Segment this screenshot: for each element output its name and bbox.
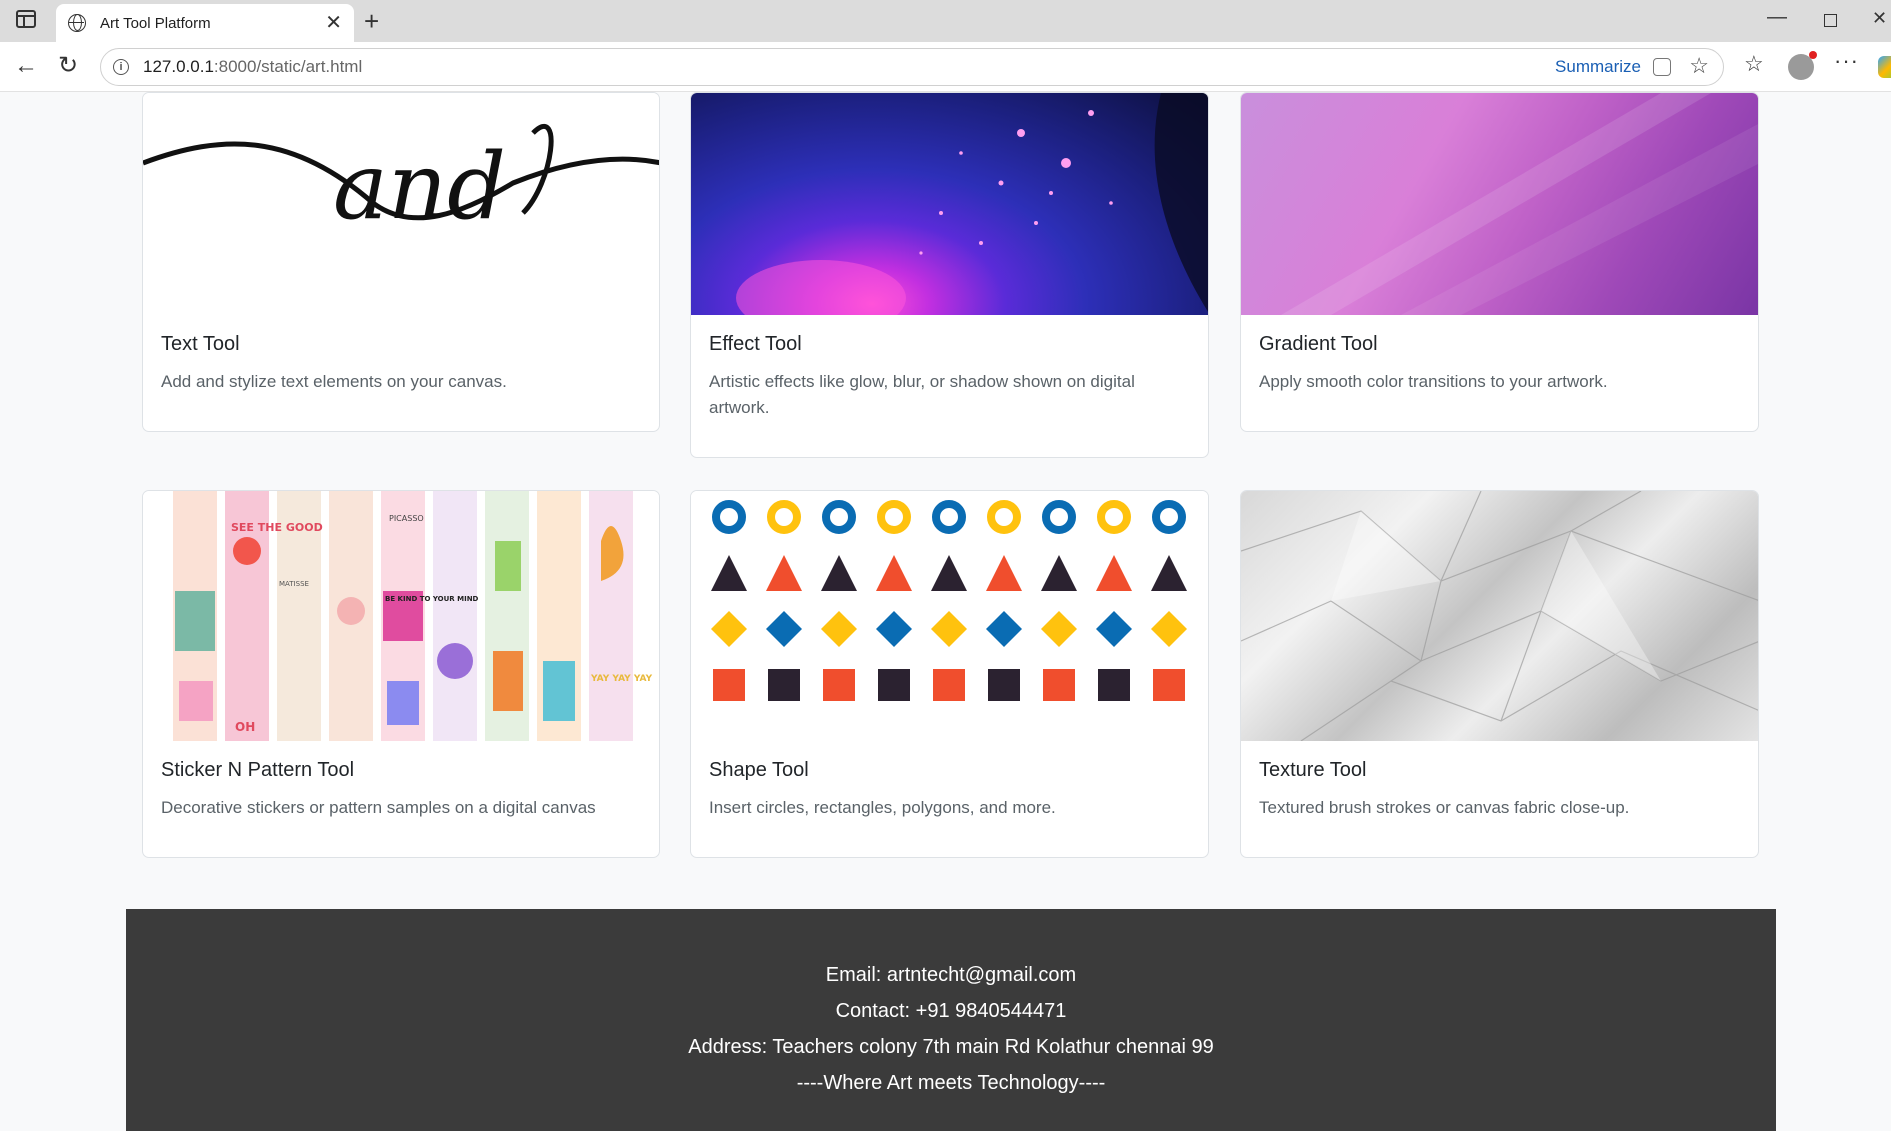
sidebar-toggle-icon[interactable] <box>16 10 36 28</box>
card-shape-tool[interactable]: Shape Tool Insert circles, rectangles, p… <box>690 490 1209 858</box>
back-arrow-icon[interactable]: ← <box>14 52 38 80</box>
summarize-icon[interactable] <box>1653 58 1671 76</box>
card-title: Texture Tool <box>1259 759 1367 781</box>
pattern-shape-3 <box>877 500 911 534</box>
card-description: Artistic effects like glow, blur, or sha… <box>709 372 1135 417</box>
card-text-tool[interactable]: and Text Tool Add and stylize text eleme… <box>142 92 660 432</box>
footer-tagline: ----Where Art meets Technology---- <box>796 1072 1106 1094</box>
card-gradient-tool[interactable]: Gradient Tool Apply smooth color transit… <box>1240 92 1759 432</box>
pattern-shape-26 <box>1151 611 1187 647</box>
pattern-shape-21 <box>876 611 912 647</box>
card-description: Insert circles, rectangles, polygons, an… <box>709 798 1056 817</box>
texture-tool-image <box>1241 491 1758 742</box>
pattern-shape-9 <box>711 555 747 591</box>
pattern-shape-22 <box>931 611 967 647</box>
sticker-text-matisse: MATISSE <box>279 580 309 588</box>
sticker-text-be-kind: BE KIND TO YOUR MIND <box>385 595 479 603</box>
pattern-shape-11 <box>821 555 857 591</box>
pattern-shape-12 <box>876 555 912 591</box>
pattern-shape-6 <box>1042 500 1076 534</box>
reload-icon[interactable]: ↻ <box>58 51 78 80</box>
pattern-shape-1 <box>767 500 801 534</box>
site-footer: Email: artntecht@gmail.com Contact: +91 … <box>126 909 1776 1131</box>
address-bar[interactable]: i 127.0.0.1 :8000/static/art.html Summar… <box>100 48 1724 86</box>
close-tab-icon[interactable]: ✕ <box>325 13 342 33</box>
pattern-shape-30 <box>878 669 910 701</box>
site-info-icon[interactable]: i <box>113 59 129 75</box>
sticker-text-picasso: PICASSO <box>389 514 424 523</box>
pattern-shape-23 <box>986 611 1022 647</box>
more-options-icon[interactable]: ··· <box>1834 48 1859 74</box>
card-sticker-pattern-tool[interactable]: SEE THE GOOD PICASSO BE KIND TO YOUR MIN… <box>142 490 660 858</box>
pattern-shape-28 <box>768 669 800 701</box>
shape-pattern-grid <box>711 500 1187 759</box>
pattern-shape-0 <box>712 500 746 534</box>
pattern-shape-15 <box>1041 555 1077 591</box>
card-description: Apply smooth color transitions to your a… <box>1259 372 1608 391</box>
pattern-shape-34 <box>1098 669 1130 701</box>
minimize-icon[interactable]: — <box>1767 6 1787 29</box>
effect-tool-image <box>691 93 1208 336</box>
sticker-text-oh: OH <box>235 720 255 734</box>
text-tool-image: and <box>143 93 659 315</box>
new-tab-icon[interactable]: + <box>364 6 379 37</box>
url-host: 127.0.0.1 <box>143 57 214 76</box>
sticker-pattern-image: SEE THE GOOD PICASSO BE KIND TO YOUR MIN… <box>143 491 659 741</box>
script-lettering: and <box>333 133 506 240</box>
browser-toolbar: ← ↻ i 127.0.0.1 :8000/static/art.html Su… <box>0 42 1891 92</box>
pattern-shape-25 <box>1096 611 1132 647</box>
pattern-shape-13 <box>931 555 967 591</box>
card-title: Sticker N Pattern Tool <box>161 759 355 781</box>
window-close-icon[interactable]: ✕ <box>1872 8 1887 29</box>
sticker-text-see-the-good: SEE THE GOOD <box>231 521 323 534</box>
pattern-shape-7 <box>1097 500 1131 534</box>
pattern-shape-24 <box>1041 611 1077 647</box>
shape-tool-image <box>691 491 1208 759</box>
pattern-shape-2 <box>822 500 856 534</box>
pattern-shape-10 <box>766 555 802 591</box>
pattern-shape-31 <box>933 669 965 701</box>
url-path: :8000/static/art.html <box>213 57 363 76</box>
pattern-shape-27 <box>713 669 745 701</box>
pattern-shape-19 <box>766 611 802 647</box>
pattern-shape-18 <box>711 611 747 647</box>
tab-title: Art Tool Platform <box>100 14 211 32</box>
pattern-shape-20 <box>821 611 857 647</box>
pattern-shape-8 <box>1152 500 1186 534</box>
card-description: Decorative stickers or pattern samples o… <box>161 798 596 817</box>
sticker-text-yay: YAY YAY YAY <box>590 674 653 684</box>
footer-email: Email: artntecht@gmail.com <box>825 964 1077 986</box>
gradient-tool-image <box>1241 93 1758 315</box>
profile-avatar[interactable] <box>1788 51 1817 80</box>
favorites-icon[interactable]: ☆ <box>1744 51 1764 77</box>
card-effect-tool[interactable]: Effect Tool Artistic effects like glow, … <box>690 92 1209 458</box>
card-title: Effect Tool <box>709 333 802 355</box>
pattern-shape-5 <box>987 500 1021 534</box>
copilot-icon[interactable] <box>1878 56 1891 78</box>
card-title: Shape Tool <box>709 759 809 781</box>
pattern-shape-4 <box>932 500 966 534</box>
card-description: Textured brush strokes or canvas fabric … <box>1259 798 1630 817</box>
restore-icon[interactable] <box>1824 14 1837 27</box>
pattern-shape-33 <box>1043 669 1075 701</box>
pattern-shape-29 <box>823 669 855 701</box>
favorite-star-icon[interactable]: ☆ <box>1689 53 1709 79</box>
card-title: Gradient Tool <box>1259 333 1378 355</box>
summarize-button[interactable]: Summarize <box>1555 57 1641 77</box>
browser-tab[interactable]: Art Tool Platform ✕ <box>56 4 354 42</box>
globe-icon <box>68 14 86 32</box>
pattern-shape-32 <box>988 669 1020 701</box>
pattern-shape-16 <box>1096 555 1132 591</box>
page-content: and Text Tool Add and stylize text eleme… <box>0 92 1891 1131</box>
card-title: Text Tool <box>161 333 240 355</box>
card-description: Add and stylize text elements on your ca… <box>161 372 507 391</box>
footer-address: Address: Teachers colony 7th main Rd Kol… <box>688 1036 1214 1058</box>
pattern-shape-35 <box>1153 669 1185 701</box>
footer-contact: Contact: +91 9840544471 <box>835 1000 1067 1022</box>
pattern-shape-14 <box>986 555 1022 591</box>
browser-tab-bar: Art Tool Platform ✕ + — ✕ <box>0 0 1891 42</box>
card-texture-tool[interactable]: Texture Tool Textured brush strokes or c… <box>1240 490 1759 858</box>
pattern-shape-17 <box>1151 555 1187 591</box>
